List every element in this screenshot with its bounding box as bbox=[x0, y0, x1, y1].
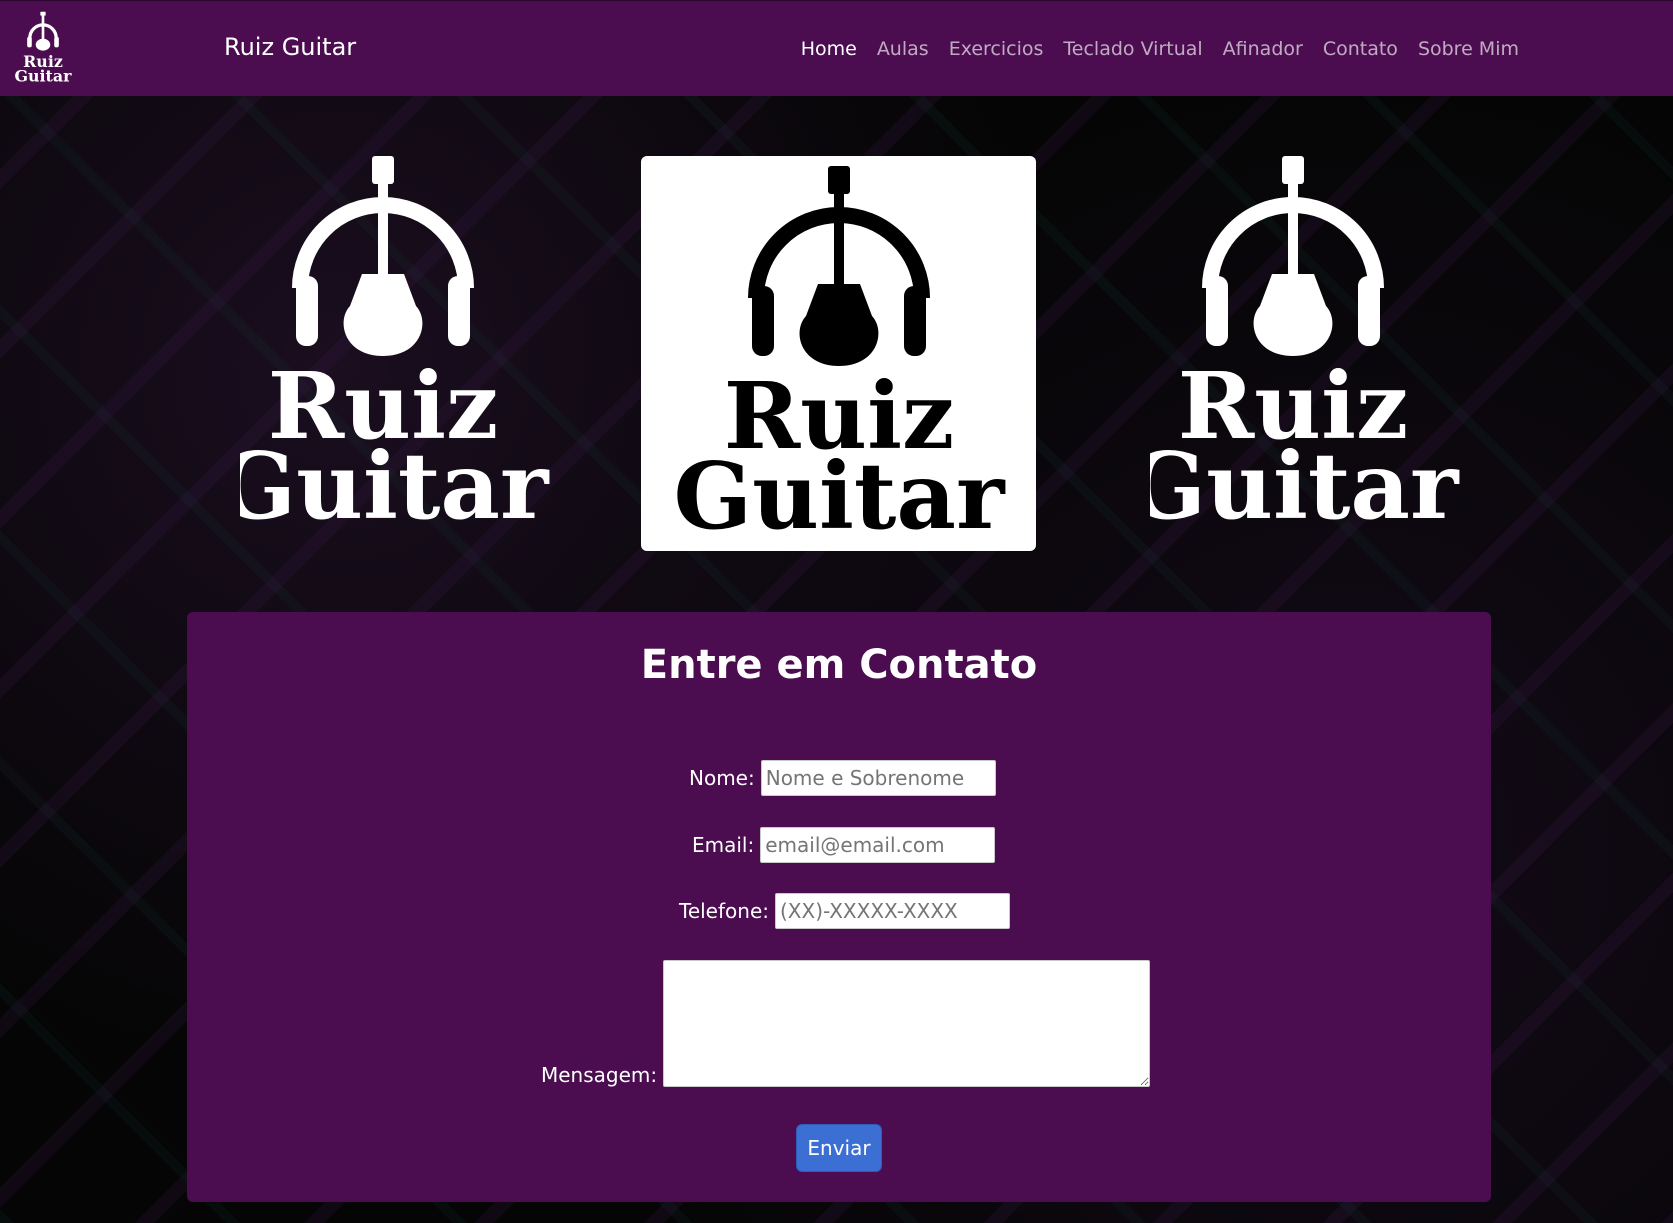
hero-center-line2: Guitar bbox=[674, 442, 1007, 550]
mensagem-textarea[interactable] bbox=[663, 960, 1151, 1087]
email-label: Email: bbox=[692, 833, 755, 857]
brand-title[interactable]: Ruiz Guitar bbox=[224, 33, 356, 61]
nome-row: Nome: bbox=[689, 760, 996, 796]
nome-input[interactable] bbox=[760, 760, 996, 796]
navbar: Ruiz Guitar Ruiz Guitar Home Aulas Exerc… bbox=[0, 0, 1673, 96]
nav-link-teclado-virtual[interactable]: Teclado Virtual bbox=[1063, 38, 1202, 60]
hero-logo-right: Ruiz Guitar bbox=[1150, 156, 1545, 551]
telefone-input[interactable] bbox=[774, 893, 1010, 929]
email-input[interactable] bbox=[760, 827, 996, 863]
nav-link-sobre-mim[interactable]: Sobre Mim bbox=[1418, 38, 1519, 60]
contact-card: Entre em Contato Nome: Email: Telefone: … bbox=[187, 612, 1491, 1202]
nav-link-contato[interactable]: Contato bbox=[1323, 38, 1398, 60]
mensagem-label: Mensagem: bbox=[541, 1063, 658, 1087]
hero-logo-left: Ruiz Guitar bbox=[240, 156, 635, 551]
nav-link-home[interactable]: Home bbox=[801, 38, 857, 60]
nav-logo-text-bottom: Guitar bbox=[15, 67, 73, 85]
guitar-headphones-logo-icon[interactable]: Ruiz Guitar bbox=[10, 11, 76, 86]
hero-right-line2: Guitar bbox=[1150, 432, 1460, 540]
email-row: Email: bbox=[692, 827, 996, 863]
hero-left-line2: Guitar bbox=[240, 432, 550, 540]
nav-link-afinador[interactable]: Afinador bbox=[1223, 38, 1303, 60]
nav-link-exercicios[interactable]: Exercicios bbox=[949, 38, 1044, 60]
contact-title: Entre em Contato bbox=[640, 642, 1038, 688]
enviar-button[interactable]: Enviar bbox=[796, 1124, 882, 1172]
mensagem-row: Mensagem: bbox=[541, 960, 1151, 1087]
hero-logo-center: Ruiz Guitar bbox=[641, 156, 1036, 551]
telefone-row: Telefone: bbox=[679, 893, 1010, 929]
nav-links: Home Aulas Exercicios Teclado Virtual Af… bbox=[801, 38, 1519, 60]
nome-label: Nome: bbox=[689, 766, 755, 790]
telefone-label: Telefone: bbox=[679, 899, 769, 923]
nav-link-aulas[interactable]: Aulas bbox=[877, 38, 929, 60]
